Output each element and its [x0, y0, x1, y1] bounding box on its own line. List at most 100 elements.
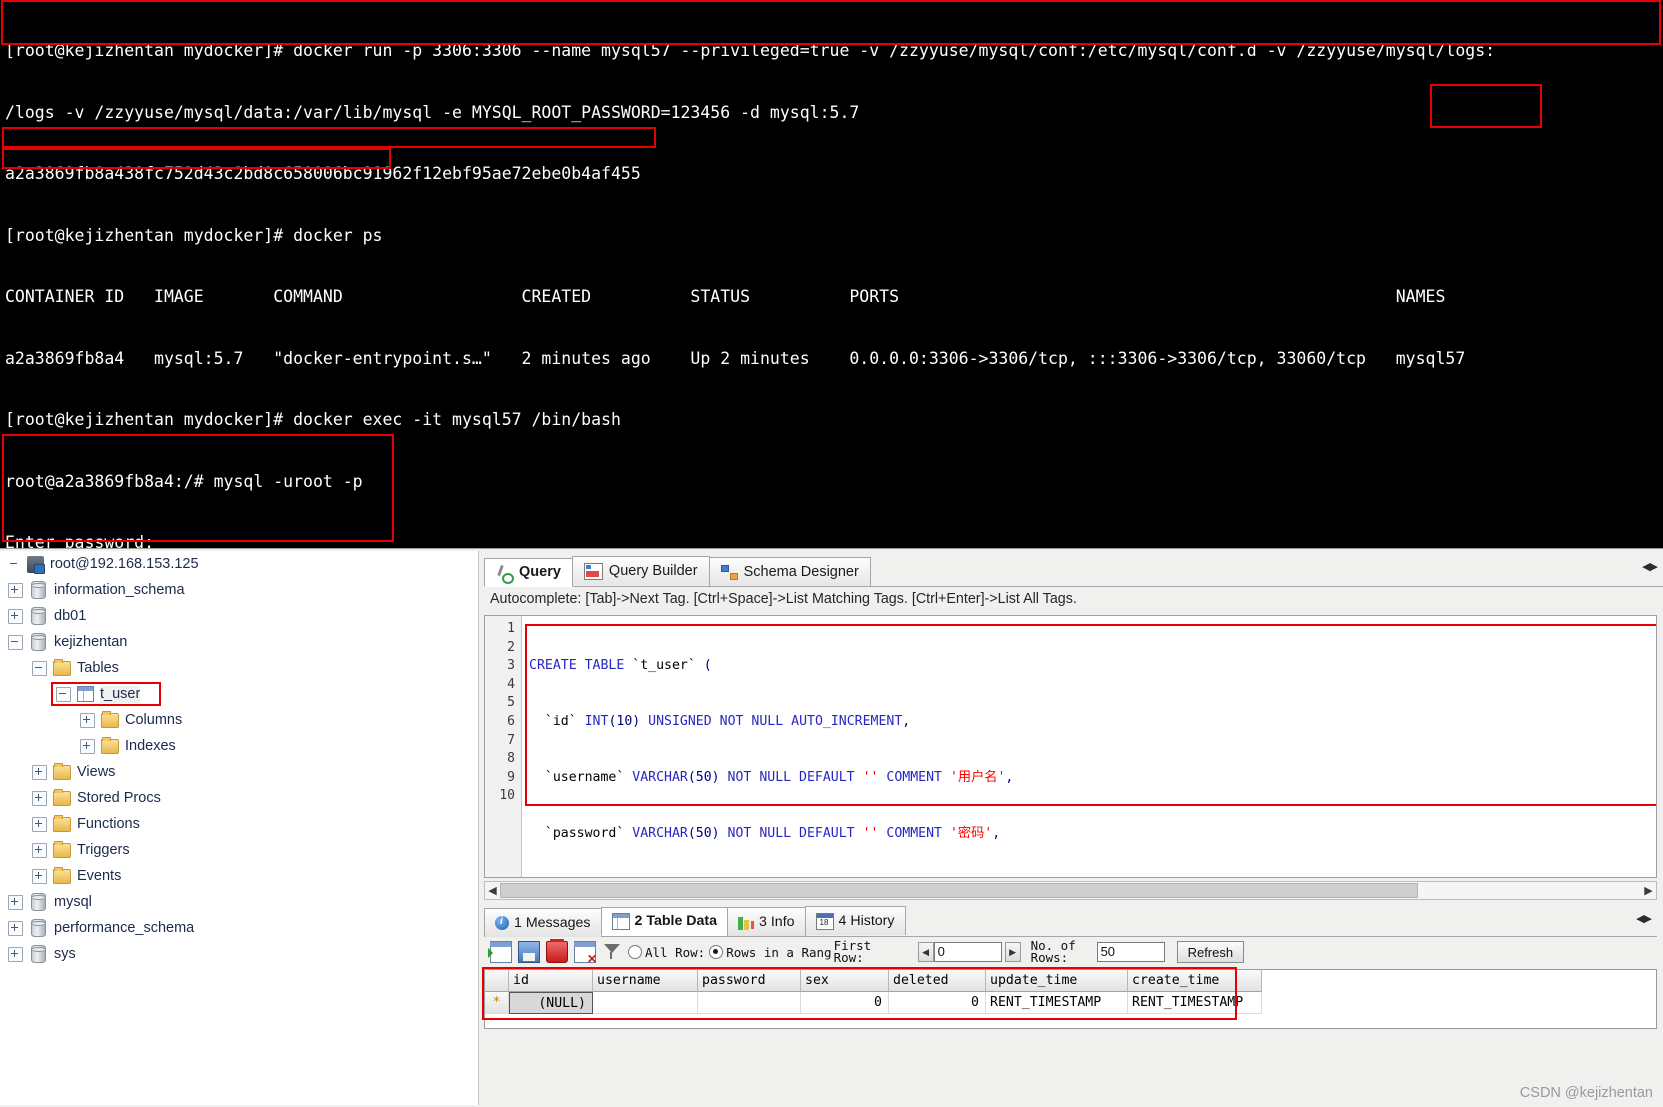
column-header-sex[interactable]: sex [801, 970, 889, 992]
cell-password[interactable] [698, 992, 801, 1014]
folder-icon [53, 814, 71, 832]
line-number: 1 [507, 621, 515, 636]
filter-icon[interactable] [602, 942, 622, 962]
scrollbar-thumb[interactable] [500, 883, 1418, 898]
first-row-prev-button[interactable]: ◀ [917, 942, 934, 962]
cell-create_time[interactable]: RENT_TIMESTAMP [1128, 992, 1262, 1014]
tree-item-triggers[interactable]: Triggers [0, 837, 478, 863]
terminal-output[interactable]: [root@kejizhentan mydocker]# docker run … [0, 0, 1663, 548]
sql-editor[interactable]: 1 2 3 4 5 6 7 8 9 10 CREATE TABLE `t_use… [484, 615, 1657, 878]
schema-designer-icon [720, 564, 738, 580]
all-rows-radio[interactable] [628, 945, 642, 959]
tab-label: 2 Table Data [634, 913, 718, 929]
cell-update_time[interactable]: RENT_TIMESTAMP [986, 992, 1128, 1014]
tree-item-views[interactable]: Views [0, 759, 478, 785]
collapse-icon[interactable] [32, 660, 47, 676]
results-scroll-arrows[interactable]: ◀▶ [1636, 912, 1652, 925]
delete-row-icon[interactable] [546, 939, 568, 963]
collapse-icon[interactable] [56, 686, 71, 702]
scroll-left-icon[interactable]: ◀ [485, 882, 500, 899]
column-header-update_time[interactable]: update_time [986, 970, 1128, 992]
cell-deleted[interactable]: 0 [889, 992, 986, 1014]
refresh-button[interactable]: Refresh [1176, 941, 1245, 963]
tab-query[interactable]: Query [484, 557, 573, 587]
expand-icon[interactable] [80, 712, 95, 728]
first-row-input[interactable]: 0 [933, 942, 1002, 962]
no-of-rows-input[interactable]: 50 [1096, 942, 1165, 962]
expand-icon[interactable] [8, 894, 23, 910]
sql-line: CREATE TABLE `t_user` ( [529, 658, 712, 674]
tree-item-columns[interactable]: Columns [0, 707, 478, 733]
tree-item-tables[interactable]: Tables [0, 655, 478, 681]
result-data-grid[interactable]: id username password sex deleted update_… [484, 969, 1657, 1029]
tree-item-sys[interactable]: sys [0, 941, 478, 967]
tree-item-kejizhentan[interactable]: kejizhentan [0, 629, 478, 655]
terminal-line: [root@kejizhentan mydocker]# docker exec… [5, 410, 621, 429]
database-icon [31, 581, 46, 599]
expand-icon[interactable] [32, 764, 47, 780]
column-header-id[interactable]: id [509, 970, 593, 992]
collapse-icon[interactable] [8, 634, 23, 650]
tree-item-performance_schema[interactable]: performance_schema [0, 915, 478, 941]
sqlyog-window: root@192.168.153.125 information_schema … [0, 548, 1663, 1107]
cell-username[interactable] [593, 992, 698, 1014]
tree-item-t_user[interactable]: t_user [0, 681, 478, 707]
tabstrip-scroll-arrows[interactable]: ◀▶ [1642, 560, 1658, 573]
tree-item-db01[interactable]: db01 [0, 603, 478, 629]
cell-sex[interactable]: 0 [801, 992, 889, 1014]
folder-icon [53, 866, 71, 884]
save-icon[interactable] [518, 941, 540, 963]
no-of-rows-label: No. of Rows: [1030, 938, 1076, 965]
tree-item-information_schema[interactable]: information_schema [0, 577, 478, 603]
line-number: 3 [507, 658, 515, 674]
tab-history[interactable]: 4 History [804, 906, 906, 935]
column-header-password[interactable]: password [698, 970, 801, 992]
tree-item-stored-procs[interactable]: Stored Procs [0, 785, 478, 811]
tab-schema-designer[interactable]: Schema Designer [708, 557, 871, 586]
rows-in-range-radio[interactable] [709, 945, 724, 959]
tab-table-data[interactable]: 2 Table Data [600, 906, 729, 936]
tree-item-label: Columns [125, 711, 183, 728]
tree-item-indexes[interactable]: Indexes [0, 733, 478, 759]
expand-icon[interactable] [8, 582, 23, 598]
tab-label: 4 History [838, 913, 895, 929]
folder-icon [53, 840, 71, 858]
expand-icon[interactable] [32, 816, 47, 832]
editor-line-numbers: 1 2 3 4 5 6 7 8 9 10 [485, 616, 522, 877]
tree-item-mysql[interactable]: mysql [0, 889, 478, 915]
database-icon [31, 919, 46, 937]
column-header-username[interactable]: username [593, 970, 698, 992]
cell-id[interactable]: (NULL) [509, 992, 593, 1014]
scroll-right-icon[interactable]: ▶ [1641, 882, 1656, 899]
column-header-create_time[interactable]: create_time [1128, 970, 1262, 992]
row-selector-header [485, 970, 509, 992]
table-icon [77, 686, 94, 702]
tree-item-events[interactable]: Events [0, 863, 478, 889]
expand-icon[interactable] [32, 790, 47, 806]
first-row-next-button[interactable]: ▶ [1004, 942, 1021, 962]
expand-icon[interactable] [8, 920, 23, 936]
expand-icon[interactable] [8, 608, 23, 624]
add-row-icon[interactable] [488, 941, 512, 963]
tab-query-builder[interactable]: Query Builder [571, 556, 710, 585]
cancel-icon[interactable] [574, 941, 597, 966]
object-browser-tree[interactable]: root@192.168.153.125 information_schema … [0, 551, 479, 1105]
row-marker[interactable]: * [485, 992, 509, 1014]
column-header-deleted[interactable]: deleted [889, 970, 986, 992]
tree-item-root[interactable]: root@192.168.153.125 [0, 551, 478, 577]
editor-horizontal-scrollbar[interactable]: ◀ ▶ [484, 881, 1657, 900]
query-icon [496, 565, 514, 584]
expand-icon[interactable] [32, 868, 47, 884]
tree-item-functions[interactable]: Functions [0, 811, 478, 837]
expand-icon[interactable] [80, 738, 95, 754]
tree-item-label: db01 [54, 607, 87, 624]
database-icon [31, 607, 46, 625]
tab-messages[interactable]: 1 Messages [484, 907, 602, 937]
chart-icon [738, 915, 754, 930]
expand-icon[interactable] [32, 842, 47, 858]
expand-icon[interactable] [8, 946, 23, 962]
terminal-line: a2a3869fb8a438fc752d43c2bd8c658006bc9196… [5, 164, 641, 183]
sql-code[interactable]: CREATE TABLE `t_user` ( `id` INT(10) UNS… [529, 620, 1656, 877]
tab-info[interactable]: 3 Info [727, 907, 806, 936]
table-row[interactable]: * (NULL) 0 0 RENT_TIMESTAMP RENT_TIMESTA… [485, 992, 1656, 1014]
